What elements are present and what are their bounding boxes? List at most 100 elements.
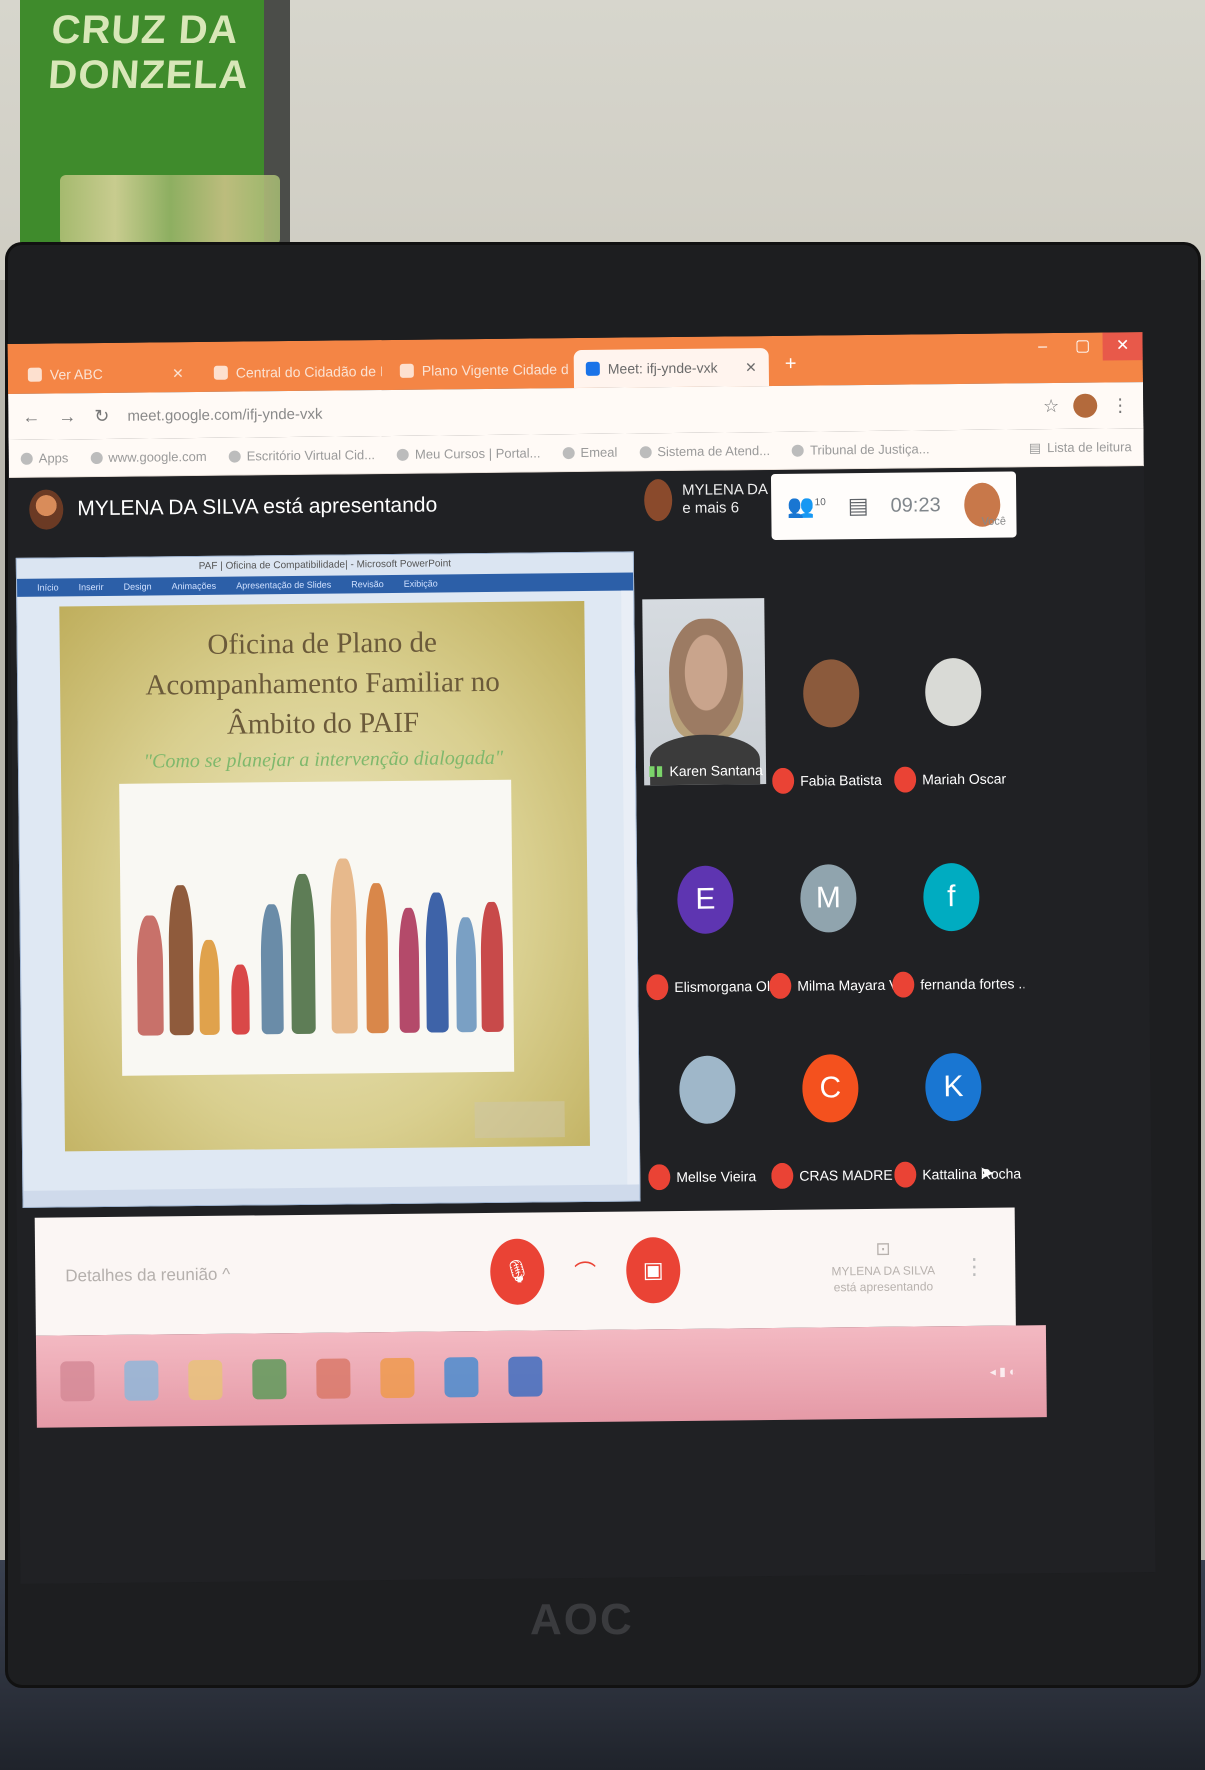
url-field[interactable]: meet.google.com/ifj-ynde-vxk <box>127 398 1025 424</box>
people-icon[interactable]: 👥10 <box>787 493 826 519</box>
tab-favicon-icon <box>27 367 42 382</box>
figure <box>168 885 194 1036</box>
mic-off-icon <box>769 972 792 1000</box>
meeting-details-button[interactable]: Detalhes da reunião ^ <box>65 1265 230 1287</box>
avatar: M <box>800 864 857 933</box>
figure <box>136 915 164 1036</box>
participant-video-tile[interactable]: ▮▮ Karen Santana <box>642 598 767 786</box>
back-icon[interactable]: ← <box>22 406 40 427</box>
reading-list-icon: ▤ <box>1028 439 1042 455</box>
address-bar-actions: ☆ ⋮ <box>1043 393 1129 418</box>
chrome-icon[interactable] <box>316 1358 351 1399</box>
new-tab-button[interactable]: + <box>775 353 807 386</box>
participant-name-text: Elismorgana Oliv... <box>674 977 779 996</box>
star-icon[interactable]: ☆ <box>1043 395 1059 416</box>
ribbon-tab: Revisão <box>351 579 384 590</box>
ribbon-tab: Exibição <box>403 578 438 589</box>
poster-text: CRUZ DA DONZELA <box>46 8 251 97</box>
ribbon-tab: Design <box>123 581 152 592</box>
tab-close-icon[interactable]: ✕ <box>745 359 757 376</box>
meeting-clock: 09:23 <box>890 493 941 517</box>
forward-icon[interactable]: → <box>58 406 76 427</box>
slide-title-line: Oficina de Plano de <box>207 626 438 661</box>
participant-name: Kattalina Rocha <box>894 1160 1026 1188</box>
avatar <box>29 489 64 530</box>
participant-tile[interactable]: C CRAS MADRE TE... <box>770 1014 903 1190</box>
excel-icon[interactable] <box>252 1359 287 1400</box>
bookmark-sistema[interactable]: Sistema de Atend... <box>639 443 770 459</box>
ie-icon[interactable] <box>124 1360 159 1401</box>
mic-off-icon <box>892 971 915 998</box>
shared-screen: PAF | Oficina de Compatibilidade| - Micr… <box>15 551 641 1208</box>
present-label: está apresentando <box>833 1279 934 1295</box>
tab-2[interactable]: Central do Cidadão de Inscrição ✕ <box>202 352 382 392</box>
figure <box>455 917 477 1033</box>
participant-tile[interactable]: Mellse Vieira <box>647 1015 773 1191</box>
family-illustration <box>119 779 515 1076</box>
slide-title: Oficina de Plano de Acompanhamento Famil… <box>59 621 585 746</box>
folder-icon[interactable] <box>188 1359 223 1401</box>
bookmark-label: Meu Cursos | Portal... <box>414 445 541 462</box>
participant-name-text: Milma Mayara Vil... <box>797 976 901 994</box>
maximize-icon[interactable]: ▢ <box>1062 333 1102 361</box>
mic-toggle-button[interactable]: 🎙 <box>489 1238 545 1305</box>
ribbon-tab: Inserir <box>78 581 104 593</box>
edge-icon[interactable] <box>444 1357 479 1398</box>
ribbon-tab: Animações <box>171 580 217 592</box>
figure <box>290 873 316 1035</box>
figure <box>329 858 358 1034</box>
participant-name: Mellse Vieira <box>648 1163 780 1191</box>
speaking-icon: ▮▮ <box>647 762 664 779</box>
bookmark-icon <box>791 444 805 457</box>
participant-tile[interactable]: E Elismorgana Oliv... <box>645 825 778 1001</box>
tab-meet[interactable]: Meet: ifj-ynde-vxk ✕ <box>573 348 770 389</box>
bookmark-escritorio[interactable]: Escritório Virtual Cid... <box>228 447 376 464</box>
present-status[interactable]: ⊡ MYLENA DA SILVA está apresentando <box>823 1239 944 1295</box>
tab-close-icon[interactable]: ✕ <box>172 365 184 382</box>
reading-list[interactable]: ▤ Lista de leitura <box>1029 439 1132 456</box>
tab-favicon-icon <box>399 363 414 378</box>
bookmark-apps[interactable]: Apps <box>20 450 69 466</box>
self-label: Você <box>981 515 1006 528</box>
bookmark-tribunal[interactable]: Tribunal de Justiça... <box>791 441 930 458</box>
ribbon-tab: Início <box>37 582 59 593</box>
participant-tile[interactable]: M Milma Mayara Vil... <box>768 824 901 1000</box>
avatar <box>802 659 860 728</box>
bookmark-icon <box>228 450 241 463</box>
hang-up-button[interactable]: ⌒ <box>574 1255 596 1287</box>
profile-avatar[interactable] <box>1073 393 1098 418</box>
participant-tile[interactable]: Fabia Batista <box>770 619 896 794</box>
google-icon <box>90 451 103 464</box>
bookmark-google[interactable]: www.google.com <box>90 449 207 465</box>
bookmark-emeal[interactable]: Emeal <box>562 445 617 461</box>
avatar <box>643 479 673 522</box>
ppt-scrollbar[interactable] <box>621 590 640 1186</box>
camera-toggle-button[interactable]: ▣ <box>625 1236 681 1304</box>
windows-start-icon[interactable] <box>60 1361 95 1402</box>
reload-icon[interactable]: ↻ <box>94 405 109 426</box>
slide-subtitle: "Como se planejar a intervenção dialogad… <box>143 746 504 773</box>
slide: Oficina de Plano de Acompanhamento Famil… <box>59 600 590 1152</box>
system-tray[interactable]: ◂ ▮ ◐ <box>990 1364 1017 1378</box>
close-window-icon[interactable]: ✕ <box>1102 332 1143 361</box>
participant-tile[interactable]: Mariah Oscar <box>892 617 1018 793</box>
menu-dots-icon[interactable]: ⋮ <box>1111 395 1129 416</box>
minimize-icon[interactable]: – <box>1022 333 1062 361</box>
participant-count: 10 <box>814 497 826 509</box>
more-options-icon[interactable]: ⋮ <box>963 1254 985 1280</box>
figure <box>398 907 420 1033</box>
bookmark-label: Emeal <box>580 444 618 460</box>
tab-favicon-icon <box>213 365 228 380</box>
bookmark-label: Tribunal de Justiça... <box>809 441 930 458</box>
tab-3[interactable]: Plano Vigente Cidade de Cruz ✕ <box>388 350 568 390</box>
participant-tile[interactable]: K Kattalina Rocha <box>893 1012 1021 1188</box>
participant-name-text: Mellse Vieira <box>676 1168 757 1186</box>
bookmark-cursos[interactable]: Meu Cursos | Portal... <box>396 445 541 462</box>
tab-1[interactable]: Ver ABC ✕ <box>16 354 196 394</box>
institution-seal <box>474 1101 565 1139</box>
participant-tile[interactable]: f fernanda fortes ... <box>891 822 1024 998</box>
chat-icon[interactable]: ▤ <box>848 493 869 519</box>
firefox-icon[interactable] <box>380 1357 415 1399</box>
bookmark-label: Escritório Virtual Cid... <box>246 447 376 464</box>
word-icon[interactable] <box>508 1356 543 1397</box>
